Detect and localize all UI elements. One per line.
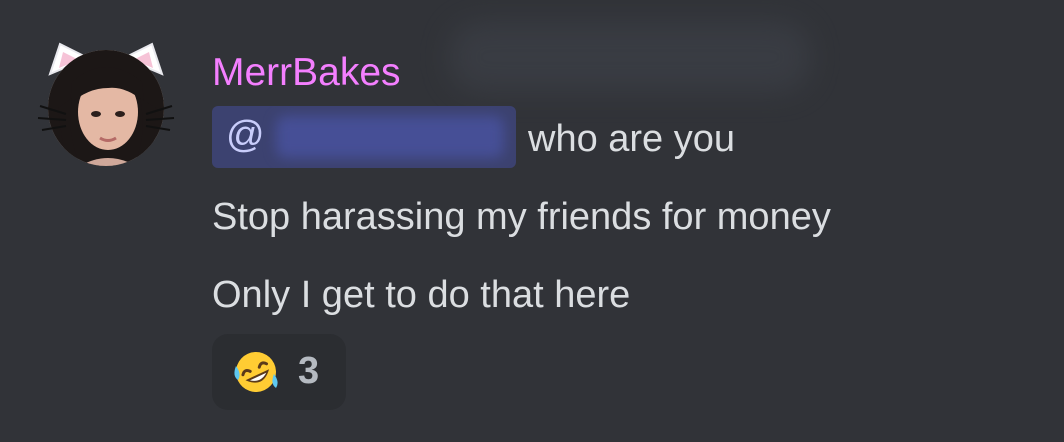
message-text: who are you — [528, 118, 736, 160]
user-mention[interactable]: @ — [212, 106, 516, 168]
rolling-on-the-floor-laughing-icon — [234, 352, 278, 392]
user-avatar[interactable] — [36, 38, 176, 168]
message-author[interactable]: MerrBakes — [212, 48, 401, 98]
message-text: Stop harassing my friends for money — [212, 196, 831, 238]
message-line: Only I get to do that here — [212, 270, 630, 320]
reaction-count: 3 — [298, 350, 320, 392]
message-text: Only I get to do that here — [212, 274, 631, 316]
chat-message: MerrBakes @ who are you Stop harassing m… — [0, 0, 1064, 442]
mention-at-symbol: @ — [226, 114, 265, 156]
blurred-mention-name — [276, 116, 504, 158]
message-line: Stop harassing my friends for money — [212, 192, 831, 242]
reaction-button[interactable]: 3 — [212, 334, 346, 410]
message-line: @ who are you — [212, 106, 736, 168]
